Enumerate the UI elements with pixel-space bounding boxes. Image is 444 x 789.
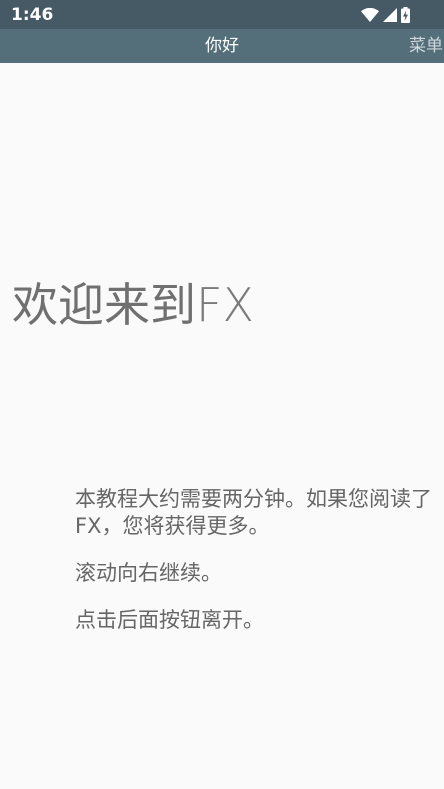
wifi-icon bbox=[361, 8, 379, 22]
tutorial-page[interactable]: 欢迎来到FX 本教程大约需要两分钟。如果您阅读了FX，您将获得更多。 滚动向右继… bbox=[0, 63, 444, 789]
battery-charging-icon bbox=[401, 7, 410, 23]
brand-name: FX bbox=[196, 277, 254, 332]
page-title: 你好 bbox=[205, 36, 239, 56]
app-bar: 你好 菜单 bbox=[0, 29, 444, 63]
scroll-hint-paragraph: 滚动向右继续。 bbox=[75, 561, 222, 585]
status-icons bbox=[361, 5, 410, 25]
status-time: 1:46 bbox=[11, 5, 54, 25]
cell-signal-icon bbox=[383, 8, 397, 22]
welcome-title: 欢迎来到FX bbox=[12, 274, 254, 336]
menu-button[interactable]: 菜单 bbox=[409, 29, 443, 63]
status-bar: 1:46 bbox=[0, 0, 444, 29]
intro-paragraph: 本教程大约需要两分钟。如果您阅读了FX，您将获得更多。 bbox=[75, 487, 432, 538]
welcome-title-text: 欢迎来到 bbox=[12, 277, 196, 332]
back-hint-paragraph: 点击后面按钮离开。 bbox=[75, 608, 264, 632]
